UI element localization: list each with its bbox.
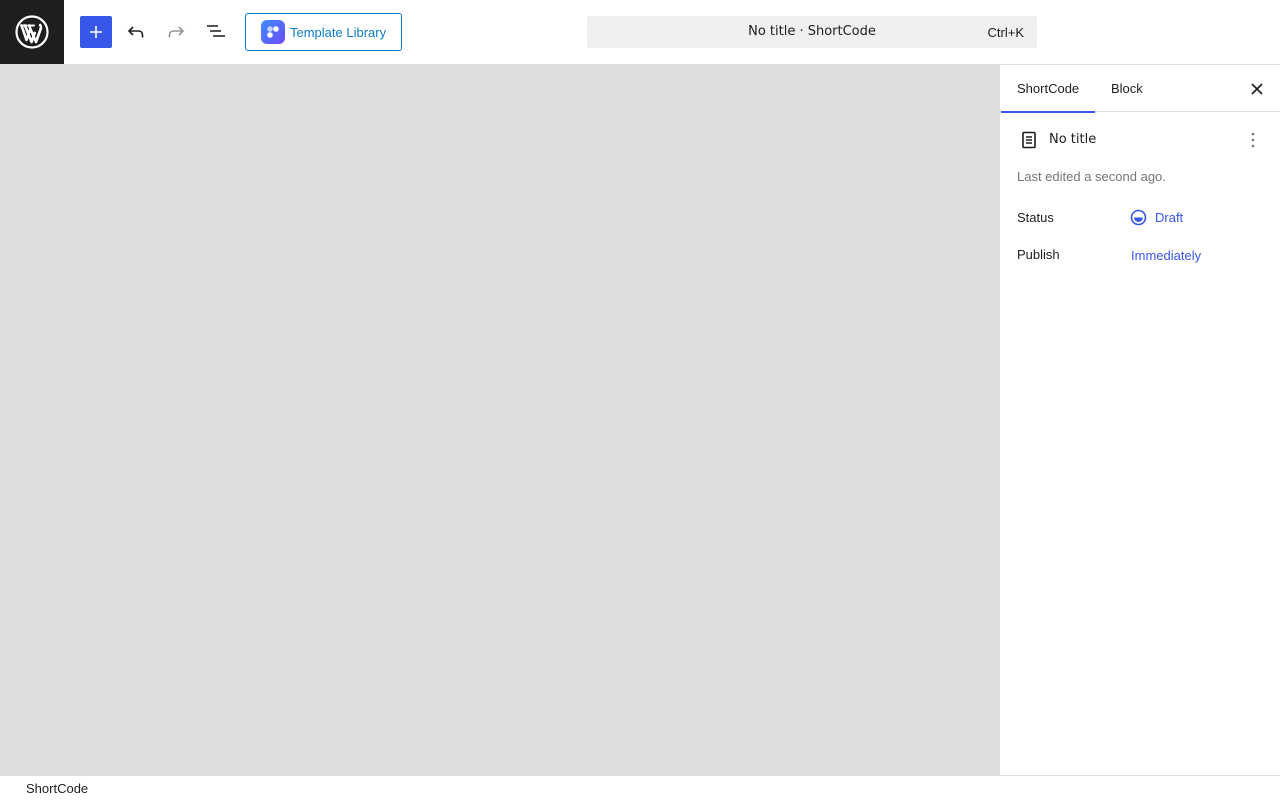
keyboard-shortcut-hint: Ctrl+K — [987, 25, 1024, 40]
document-title: No title · ShortCode — [748, 24, 876, 39]
tab-shortcode[interactable]: ShortCode — [1001, 65, 1095, 113]
status-button[interactable]: Draft — [1130, 209, 1183, 226]
publish-date-button[interactable]: Immediately — [1131, 248, 1201, 263]
settings-sidebar: ShortCode Block No title Last edited a s… — [999, 65, 1280, 775]
publish-label: Publish — [1017, 247, 1060, 262]
wordpress-logo-button[interactable] — [0, 0, 64, 64]
redo-icon — [168, 26, 185, 38]
undo-icon — [127, 26, 144, 38]
document-name: No title — [1049, 132, 1097, 147]
status-value: Draft — [1155, 210, 1184, 225]
tab-block[interactable]: Block — [1111, 65, 1143, 112]
editor-canvas[interactable] — [0, 65, 999, 775]
draft-status-icon — [1130, 209, 1147, 226]
template-library-icon — [261, 20, 285, 44]
wordpress-logo-icon — [15, 15, 49, 49]
block-breadcrumb-bar: ShortCode — [0, 775, 1280, 800]
command-palette-bar[interactable]: No title · ShortCode Ctrl+K — [587, 16, 1037, 48]
document-summary: No title — [1017, 129, 1267, 151]
block-inserter-button[interactable] — [80, 16, 112, 48]
template-library-button[interactable]: Template Library — [245, 13, 402, 51]
vertical-ellipsis-icon — [1251, 132, 1255, 148]
status-label: Status — [1017, 210, 1054, 225]
redo-button[interactable] — [160, 16, 192, 48]
close-icon — [1251, 83, 1263, 95]
more-options-button[interactable] — [1243, 129, 1263, 151]
sidebar-tabs: ShortCode Block — [1000, 65, 1280, 113]
plus-icon — [90, 26, 102, 38]
document-overview-button[interactable] — [200, 16, 232, 48]
close-sidebar-button[interactable] — [1241, 73, 1273, 105]
undo-button[interactable] — [120, 16, 152, 48]
breadcrumb-item[interactable]: ShortCode — [26, 781, 88, 796]
document-icon — [1017, 129, 1041, 151]
document-overview-icon — [207, 25, 225, 37]
editor-header: Template Library No title · ShortCode Ct… — [0, 0, 1280, 65]
template-library-label: Template Library — [290, 24, 387, 40]
last-edited-text: Last edited a second ago. — [1017, 169, 1166, 184]
